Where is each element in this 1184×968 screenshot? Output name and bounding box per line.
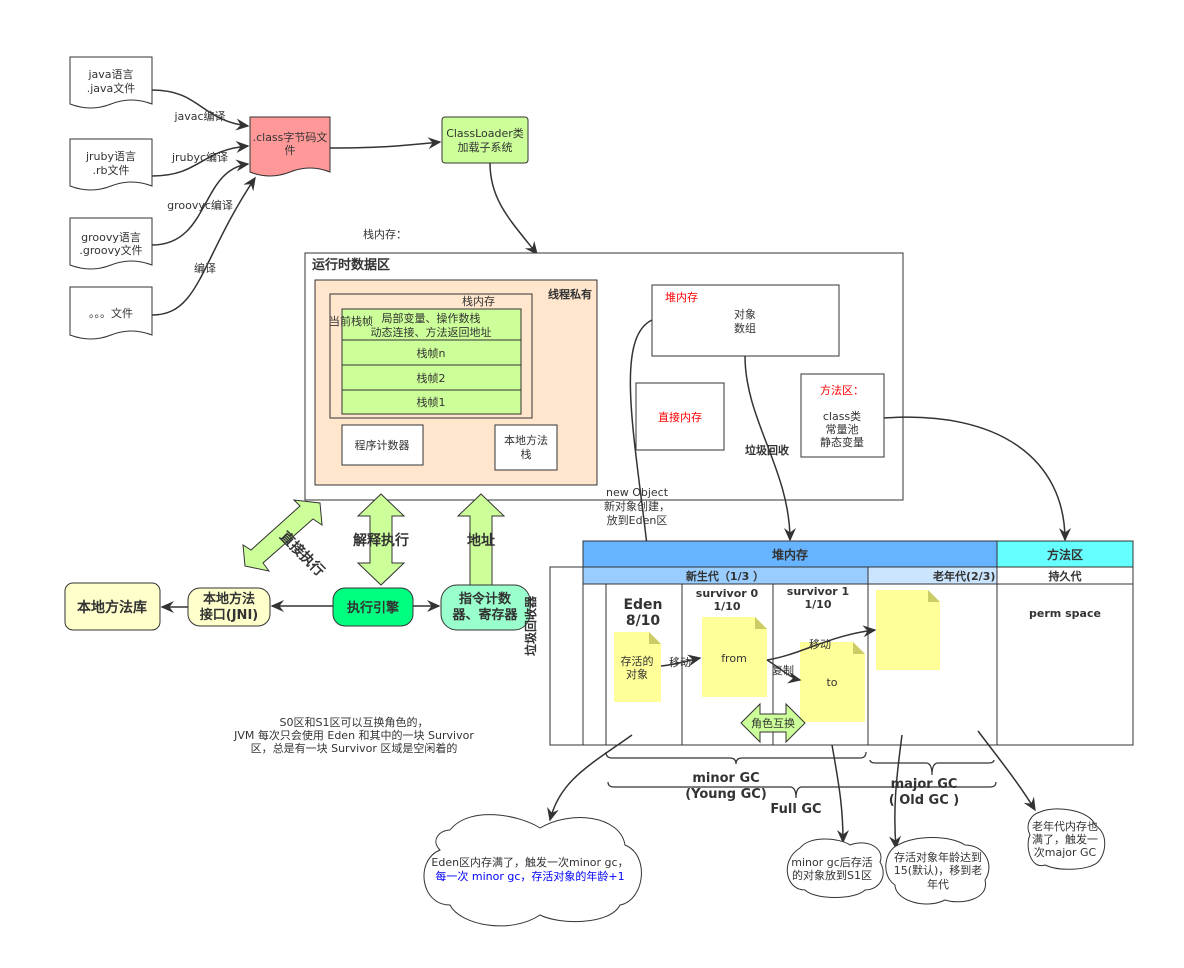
svg-text:放到Eden区: 放到Eden区: [607, 513, 668, 527]
svg-text:存活对象年龄达到: 存活对象年龄达到: [894, 850, 982, 864]
svg-text:移动: 移动: [669, 656, 691, 669]
svg-text:perm space: perm space: [1029, 607, 1101, 620]
svg-text:栈内存: 栈内存: [462, 294, 495, 308]
svg-text:执行引擎: 执行引擎: [347, 600, 399, 616]
svg-text:方法区：: 方法区：: [820, 383, 864, 397]
svg-text:1/10: 1/10: [805, 598, 832, 611]
svg-text:直接执行: 直接执行: [276, 528, 328, 580]
svg-text:区，总是有一块 Survivor 区域是空闲着的: 区，总是有一块 Survivor 区域是空闲着的: [251, 741, 458, 755]
svg-text:( Old GC ): ( Old GC ): [889, 793, 959, 808]
svg-text:Eden区内存满了，触发一次minor gc，: Eden区内存满了，触发一次minor gc，: [431, 855, 628, 869]
svg-text:Eden: Eden: [623, 597, 662, 613]
svg-text:件: 件: [285, 144, 296, 157]
svg-text:年代: 年代: [927, 877, 949, 891]
svg-text:from: from: [721, 652, 747, 665]
svg-text:存活的: 存活的: [621, 654, 654, 668]
svg-text:数组: 数组: [734, 321, 756, 335]
svg-text:本地方法: 本地方法: [504, 433, 548, 447]
svg-text:对象: 对象: [626, 667, 648, 681]
source-docs: java语言.java文件 jruby语言.rb文件 groovy语言.groo…: [69, 56, 153, 340]
svg-text:major GC: major GC: [891, 777, 958, 792]
svg-text:堆内存: 堆内存: [665, 290, 698, 304]
svg-text:每一次 minor gc，存活对象的年龄+1: 每一次 minor gc，存活对象的年龄+1: [435, 869, 624, 883]
svg-text:jruby语言: jruby语言: [85, 150, 136, 163]
svg-text:8/10: 8/10: [626, 613, 661, 629]
svg-text:局部变量、操作数栈: 局部变量、操作数栈: [382, 311, 481, 325]
svg-text:当前栈帧: 当前栈帧: [329, 314, 373, 328]
svg-text:.class字节码文: .class字节码文: [253, 130, 328, 144]
svg-text:Full GC: Full GC: [770, 802, 821, 817]
svg-text:加载子系统: 加载子系统: [458, 141, 513, 154]
svg-text:minor gc后存活: minor gc后存活: [791, 855, 873, 869]
svg-text:方法区: 方法区: [1047, 547, 1083, 562]
svg-text:栈帧1: 栈帧1: [417, 395, 446, 409]
svg-text:编译: 编译: [194, 261, 216, 275]
svg-text:栈帧n: 栈帧n: [417, 346, 446, 360]
svg-text:静态变量: 静态变量: [820, 435, 864, 449]
svg-text:survivor 0: survivor 0: [696, 587, 759, 600]
svg-text:JVM 每次只会使用 Eden 和其中的一块 Survivo: JVM 每次只会使用 Eden 和其中的一块 Survivor: [233, 728, 474, 742]
svg-text:老年代内存也: 老年代内存也: [1032, 819, 1098, 833]
svg-text:。。。文件: 。。。文件: [89, 306, 133, 320]
svg-text:次major GC: 次major GC: [1034, 845, 1097, 859]
svg-text:(Young GC): (Young GC): [685, 787, 767, 802]
svg-text:直接内存: 直接内存: [658, 410, 702, 424]
svg-text:15(默认)，移到老: 15(默认)，移到老: [894, 864, 983, 877]
svg-text:程序计数器: 程序计数器: [355, 438, 410, 452]
svg-text:指令计数: 指令计数: [459, 591, 512, 607]
svg-text:复制: 复制: [772, 663, 794, 677]
svg-text:接口(JNI): 接口(JNI): [200, 607, 258, 623]
heap-table: 堆内存 方法区 新生代（1/3 ） 老年代(2/3) 持久代 垃圾回收器 Ede…: [523, 540, 1134, 746]
svg-text:1/10: 1/10: [714, 600, 741, 613]
svg-text:解释执行: 解释执行: [353, 532, 409, 549]
svg-text:动态连接、方法返回地址: 动态连接、方法返回地址: [371, 325, 492, 339]
svg-text:groovy语言: groovy语言: [81, 231, 141, 244]
svg-text:地址: 地址: [467, 532, 495, 549]
svg-text:垃圾回收器: 垃圾回收器: [523, 595, 538, 656]
svg-text:javac编译: javac编译: [173, 109, 225, 123]
svg-text:survivor 1: survivor 1: [787, 585, 849, 598]
svg-text:栈帧2: 栈帧2: [417, 371, 446, 385]
svg-text:持久代: 持久代: [1049, 569, 1082, 583]
svg-text:新生代（1/3 ）: 新生代（1/3 ）: [686, 569, 764, 583]
svg-text:new Object: new Object: [606, 486, 669, 499]
svg-text:minor GC: minor GC: [692, 771, 759, 786]
classloader: [441, 116, 529, 164]
svg-text:线程私有: 线程私有: [548, 287, 592, 301]
svg-text:移动: 移动: [809, 638, 831, 651]
svg-text:栈: 栈: [521, 447, 532, 461]
svg-text:的对象放到S1区: 的对象放到S1区: [792, 868, 872, 882]
svg-text:ClassLoader类: ClassLoader类: [446, 126, 524, 140]
svg-text:器、寄存器: 器、寄存器: [451, 607, 518, 623]
svg-text:栈内存：: 栈内存：: [363, 227, 407, 241]
svg-text:本地方法: 本地方法: [203, 591, 255, 607]
jvm-diagram: java语言.java文件 jruby语言.rb文件 groovy语言.groo…: [64, 56, 1134, 927]
svg-text:groovyc编译: groovyc编译: [167, 198, 233, 212]
svg-text:老年代(2/3): 老年代(2/3): [932, 569, 995, 583]
svg-text:java语言: java语言: [87, 68, 133, 81]
svg-text:角色互换: 角色互换: [751, 716, 795, 730]
svg-text:jrubyc编译: jrubyc编译: [171, 150, 228, 164]
svg-text:满了，触发一: 满了，触发一: [1032, 832, 1098, 846]
svg-text:本地方法库: 本地方法库: [77, 599, 147, 616]
svg-text:运行时数据区: 运行时数据区: [312, 257, 390, 273]
svg-text:新对象创建，: 新对象创建，: [604, 499, 670, 513]
svg-text:.groovy文件: .groovy文件: [79, 243, 142, 257]
svg-text:对象: 对象: [734, 307, 756, 321]
svg-text:常量池: 常量池: [826, 423, 859, 436]
svg-text:.java文件: .java文件: [87, 81, 136, 95]
svg-text:class类: class类: [823, 409, 861, 423]
svg-text:S0区和S1区可以互换角色的，: S0区和S1区可以互换角色的，: [280, 715, 429, 729]
svg-text:.rb文件: .rb文件: [92, 163, 129, 177]
svg-text:to: to: [826, 676, 837, 689]
svg-text:堆内存: 堆内存: [772, 547, 808, 562]
